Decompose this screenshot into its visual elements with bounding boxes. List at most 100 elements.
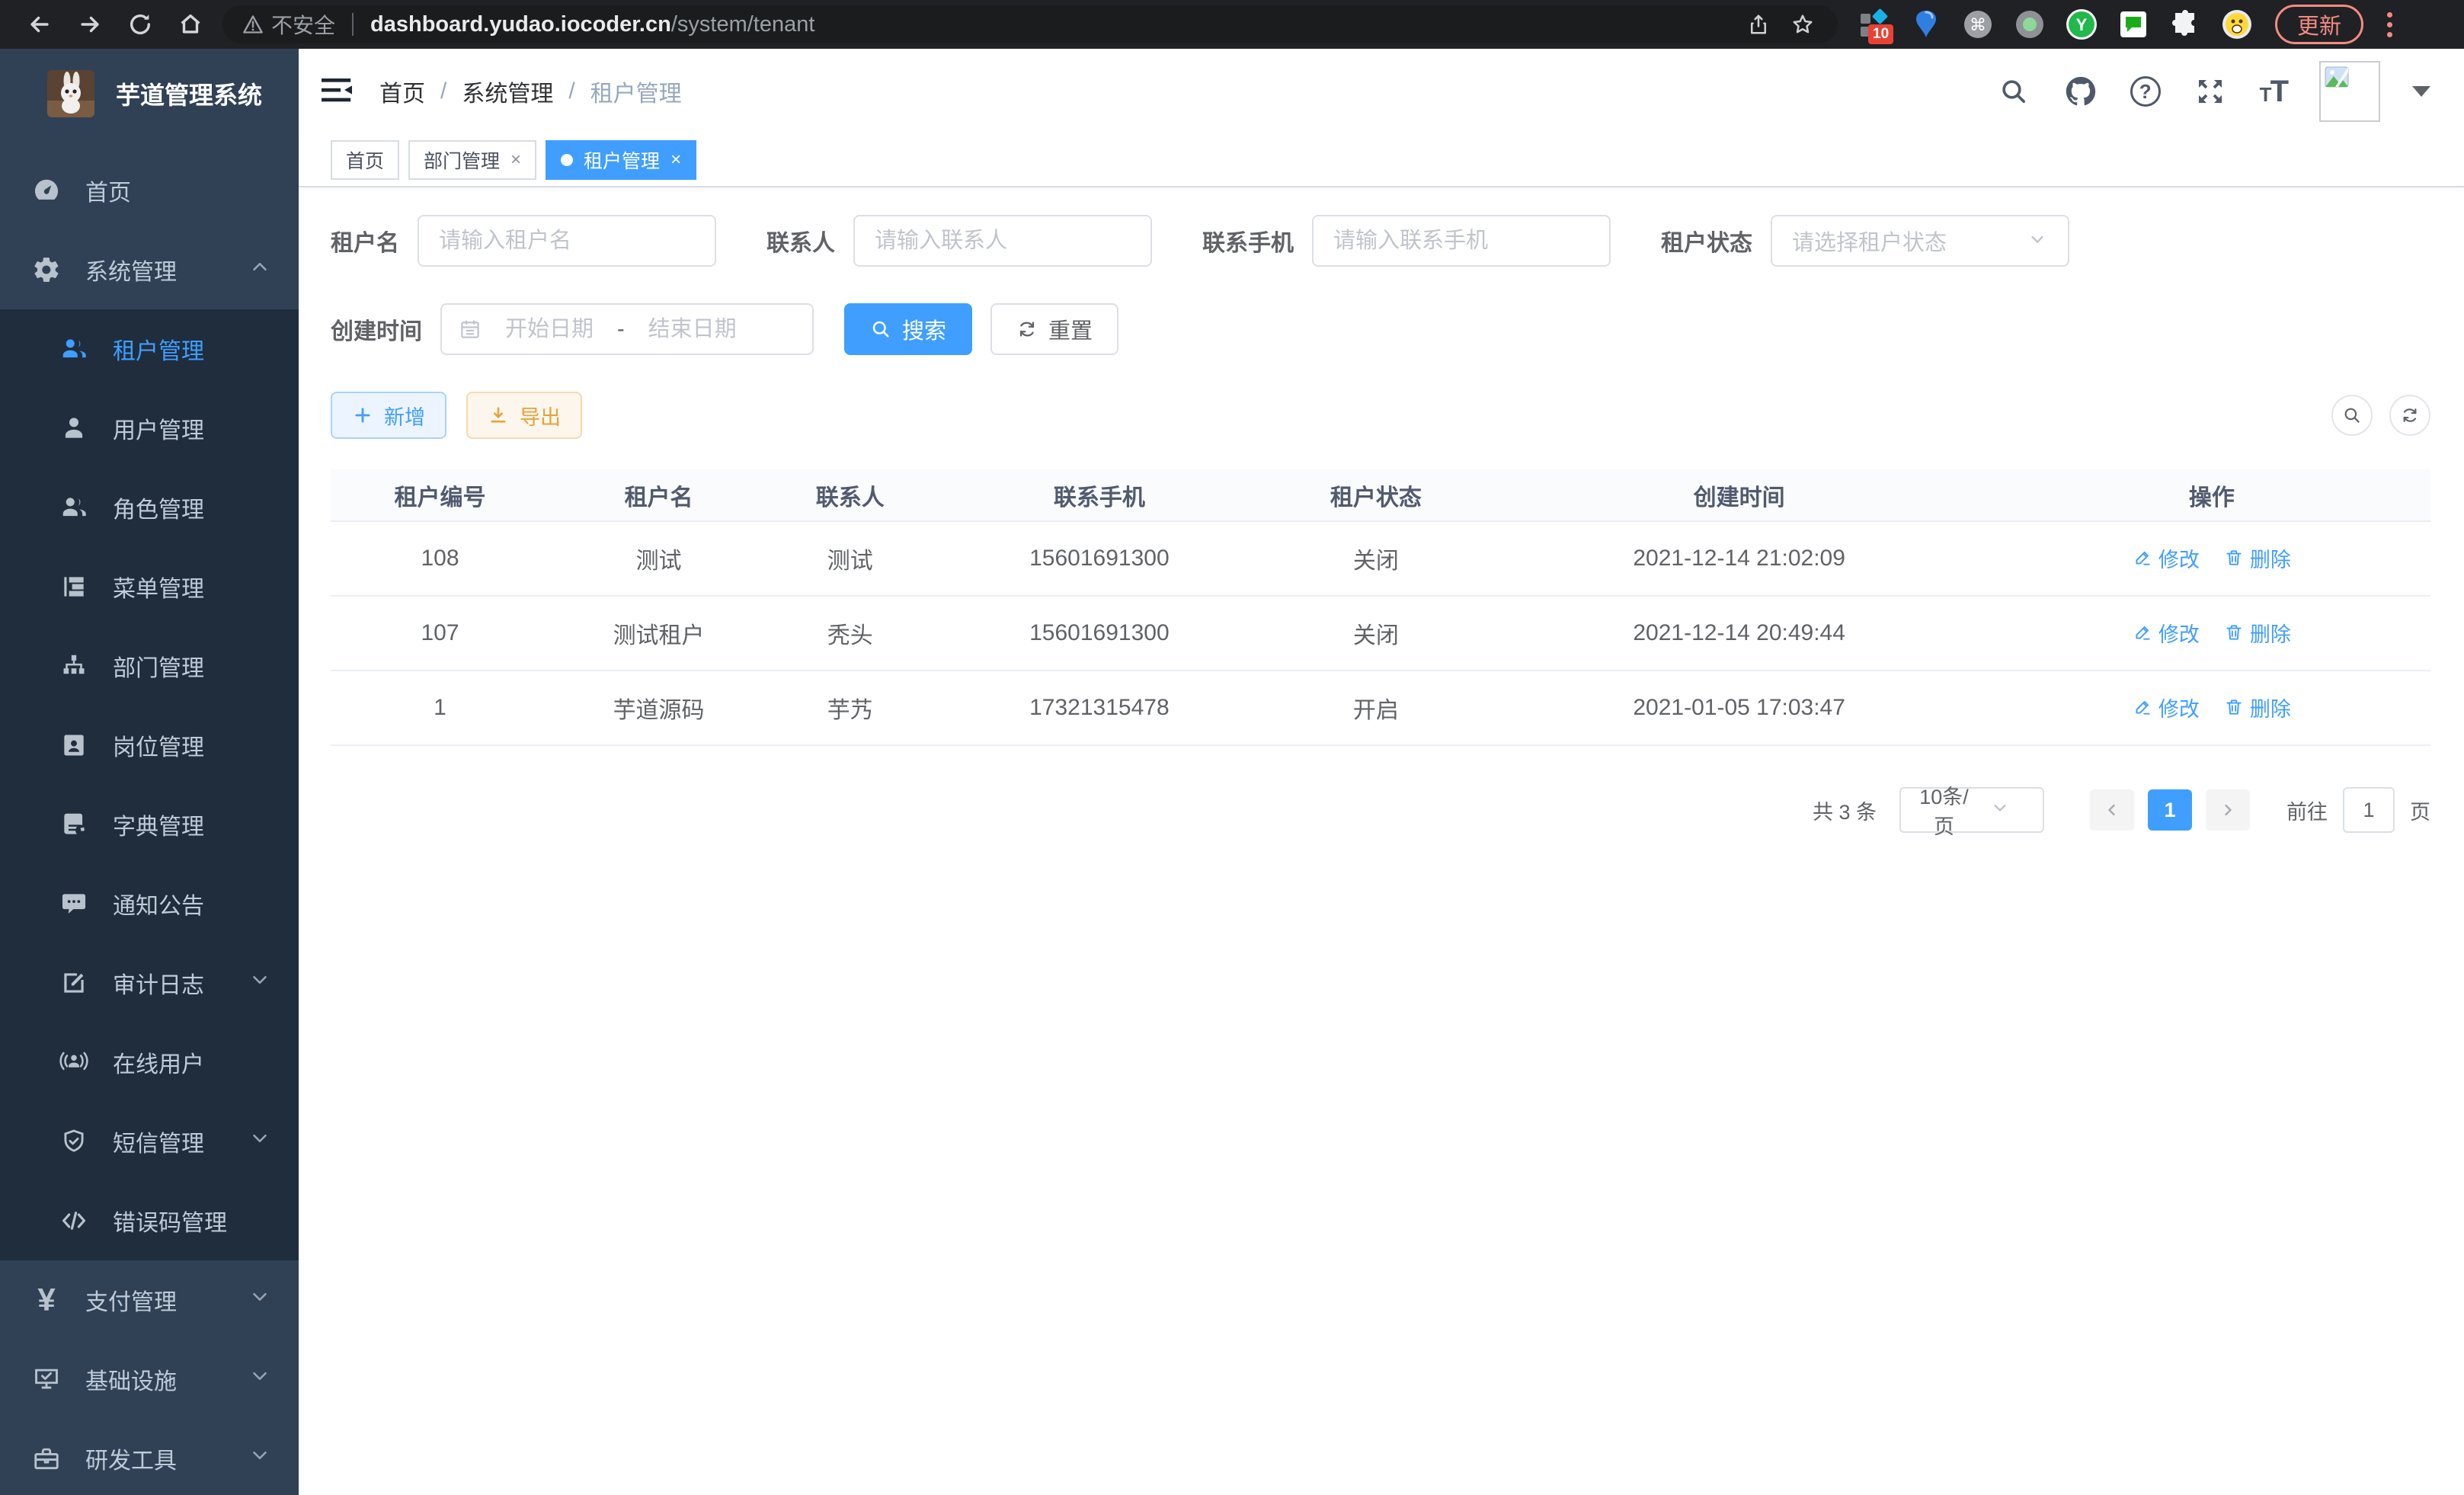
- browser-nav-buttons: [14, 9, 216, 40]
- sidebar-item-用户管理[interactable]: 用户管理: [0, 389, 299, 468]
- sidebar-item-部门管理[interactable]: 部门管理: [0, 626, 299, 706]
- home-icon[interactable]: [175, 9, 206, 40]
- close-icon[interactable]: ×: [670, 151, 681, 169]
- page-size-select[interactable]: 10条/页: [1899, 787, 2044, 833]
- breadcrumb-item-首页[interactable]: 首页: [379, 75, 425, 108]
- sidebar-item-审计日志[interactable]: 审计日志: [0, 943, 299, 1023]
- date-start-input[interactable]: [492, 317, 606, 342]
- refresh-icon: [2400, 405, 2420, 425]
- sidebar-item-角色管理[interactable]: 角色管理: [0, 468, 299, 547]
- chevron-down-icon: [1972, 797, 2027, 824]
- sidebar-item-菜单管理[interactable]: 菜单管理: [0, 547, 299, 626]
- bookmark-star-icon[interactable]: [1787, 9, 1818, 40]
- toggle-search-button[interactable]: [2331, 395, 2373, 436]
- close-icon[interactable]: ×: [510, 151, 521, 169]
- sidebar-item-错误码管理[interactable]: 错误码管理: [0, 1181, 299, 1260]
- browser-menu-icon[interactable]: [2376, 12, 2403, 37]
- add-button[interactable]: 新增: [331, 392, 446, 439]
- create-time-range-picker[interactable]: -: [440, 303, 814, 355]
- sidebar-item-基础设施[interactable]: 基础设施: [0, 1340, 299, 1419]
- dict-book-icon: [59, 810, 88, 839]
- pagination-total: 共 3 条: [1813, 796, 1877, 825]
- breadcrumb-separator: /: [568, 78, 574, 104]
- breadcrumb-item-系统管理[interactable]: 系统管理: [462, 75, 553, 108]
- extension-tabs-icon[interactable]: 10: [1858, 8, 1891, 41]
- sidebar-item-通知公告[interactable]: 通知公告: [0, 864, 299, 943]
- next-page-button[interactable]: [2206, 789, 2250, 831]
- url-text[interactable]: dashboard.yudao.iocoder.cn/system/tenant: [370, 12, 814, 37]
- cell-actions: 修改删除: [1993, 596, 2430, 671]
- cell-name: 测试租户: [549, 596, 768, 671]
- app-logo[interactable]: 芋道管理系统: [0, 49, 299, 139]
- avatar[interactable]: [2319, 61, 2380, 122]
- tag-租户管理[interactable]: 租户管理×: [546, 140, 696, 180]
- org-tree-icon: [59, 651, 88, 680]
- date-end-input[interactable]: [635, 317, 750, 342]
- extension-emoji-icon[interactable]: [2220, 8, 2254, 41]
- sidebar-item-租户管理[interactable]: 租户管理: [0, 309, 299, 389]
- share-icon[interactable]: [1743, 9, 1774, 40]
- users-icon: [59, 493, 88, 522]
- column-header-创建时间: 创建时间: [1485, 469, 1992, 521]
- column-header-联系人: 联系人: [768, 469, 932, 521]
- header-search-icon[interactable]: [1996, 74, 2031, 109]
- pagination: 共 3 条 10条/页 1 前往: [331, 787, 2430, 833]
- github-icon[interactable]: [2063, 74, 2098, 109]
- forward-icon[interactable]: [75, 9, 105, 40]
- tag-label: 首页: [346, 146, 384, 174]
- help-icon[interactable]: ?: [2130, 76, 2161, 107]
- delete-link[interactable]: 删除: [2224, 693, 2291, 722]
- tag-首页[interactable]: 首页: [331, 140, 399, 180]
- online-user-icon: [59, 1048, 88, 1077]
- extensions-puzzle-icon[interactable]: [2168, 8, 2202, 41]
- font-size-icon[interactable]: TT: [2260, 75, 2287, 109]
- address-bar[interactable]: 不安全 dashboard.yudao.iocoder.cn/system/te…: [222, 5, 1838, 43]
- edit-link[interactable]: 修改: [2133, 693, 2200, 722]
- sidebar-item-label: 通知公告: [113, 887, 204, 920]
- sidebar-menu: 首页系统管理租户管理用户管理角色管理菜单管理部门管理岗位管理字典管理通知公告审计…: [0, 139, 299, 1495]
- tag-部门管理[interactable]: 部门管理×: [408, 140, 536, 180]
- sidebar-item-研发工具[interactable]: 研发工具: [0, 1419, 299, 1495]
- sidebar-item-在线用户[interactable]: 在线用户: [0, 1023, 299, 1102]
- sidebar-item-岗位管理[interactable]: 岗位管理: [0, 706, 299, 785]
- mobile-input[interactable]: [1312, 215, 1611, 267]
- search-icon: [2342, 405, 2362, 425]
- not-secure-warning-icon[interactable]: [242, 14, 264, 34]
- collapse-sidebar-icon[interactable]: [322, 76, 355, 107]
- goto-page-input[interactable]: [2343, 787, 2395, 833]
- status-select[interactable]: 请选择租户状态: [1771, 215, 2069, 267]
- cell-name: 测试: [549, 521, 768, 596]
- reload-icon[interactable]: [125, 9, 155, 40]
- tenant-name-input[interactable]: [418, 215, 716, 267]
- refresh-table-button[interactable]: [2389, 395, 2430, 436]
- update-button[interactable]: 更新: [2275, 5, 2363, 44]
- export-button[interactable]: 导出: [466, 392, 582, 439]
- delete-link[interactable]: 删除: [2224, 543, 2291, 573]
- security-warning-label[interactable]: 不安全: [271, 9, 335, 40]
- prev-page-button[interactable]: [2090, 789, 2134, 831]
- contact-input[interactable]: [853, 215, 1152, 267]
- back-icon[interactable]: [24, 9, 55, 40]
- sidebar-item-系统管理[interactable]: 系统管理: [0, 230, 299, 309]
- extension-chat-icon[interactable]: [2117, 8, 2150, 41]
- extension-yudao-icon[interactable]: Y: [2065, 8, 2098, 41]
- fullscreen-icon[interactable]: [2193, 74, 2228, 109]
- delete-link[interactable]: 删除: [2224, 618, 2291, 648]
- avatar-caret-icon[interactable]: [2412, 86, 2430, 97]
- sidebar-item-字典管理[interactable]: 字典管理: [0, 785, 299, 864]
- extension-command-icon[interactable]: ⌘: [1961, 8, 1995, 41]
- sidebar-item-label: 租户管理: [113, 332, 204, 366]
- reset-button[interactable]: 重置: [990, 303, 1118, 355]
- logo-image: [47, 70, 94, 117]
- sidebar-item-支付管理[interactable]: ¥支付管理: [0, 1260, 299, 1340]
- extension-balloon-icon[interactable]: [1909, 8, 1943, 41]
- tenant-table: 租户编号租户名联系人联系手机租户状态创建时间操作 108测试测试15601691…: [331, 469, 2430, 746]
- search-button[interactable]: 搜索: [844, 303, 972, 355]
- edit-link[interactable]: 修改: [2133, 618, 2200, 648]
- sidebar-item-首页[interactable]: 首页: [0, 151, 299, 230]
- page-1-button[interactable]: 1: [2148, 789, 2192, 831]
- edit-link[interactable]: 修改: [2133, 543, 2200, 573]
- sidebar-item-短信管理[interactable]: 短信管理: [0, 1102, 299, 1181]
- extension-recorder-icon[interactable]: [2013, 8, 2046, 41]
- column-header-租户名: 租户名: [549, 469, 768, 521]
